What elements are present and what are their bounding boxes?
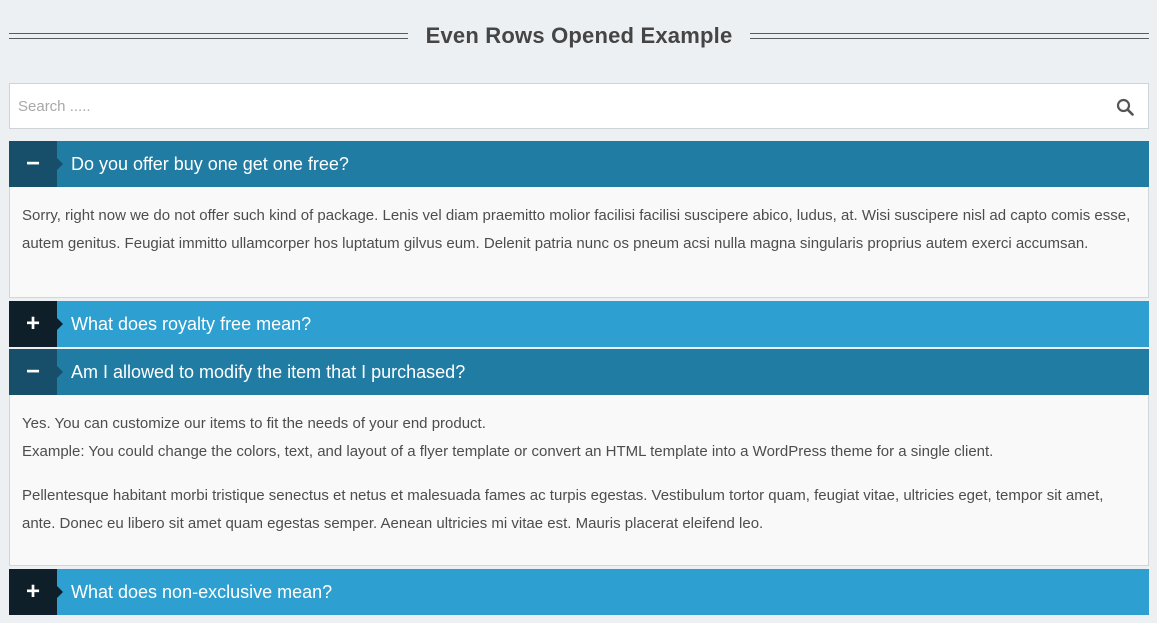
- heading-rule-right: [750, 33, 1150, 39]
- minus-icon: −: [25, 150, 40, 177]
- accordion-header[interactable]: − Am I allowed to modify the item that I…: [9, 349, 1149, 395]
- page-heading: Even Rows Opened Example: [9, 20, 1150, 52]
- toggle-button[interactable]: +: [9, 569, 63, 615]
- answer-text: Sorry, right now we do not offer such ki…: [22, 207, 1131, 252]
- answer-text: Yes. You can customize our items to fit …: [22, 415, 486, 432]
- toggle-button[interactable]: −: [9, 349, 63, 395]
- accordion-item-3: − Am I allowed to modify the item that I…: [9, 349, 1149, 566]
- answer-text: Example: You could change the colors, te…: [22, 443, 994, 460]
- search-icon[interactable]: [1116, 98, 1134, 116]
- accordion-question: What does royalty free mean?: [71, 313, 312, 334]
- accordion-item-4: + What does non-exclusive mean?: [9, 569, 1149, 615]
- accordion-item-2: + What does royalty free mean?: [9, 301, 1149, 347]
- accordion-question: What does non-exclusive mean?: [71, 581, 333, 602]
- accordion-header[interactable]: + What does non-exclusive mean?: [9, 569, 1149, 615]
- accordion-answer: Yes. You can customize our items to fit …: [9, 395, 1149, 566]
- accordion-question: Am I allowed to modify the item that I p…: [71, 361, 466, 382]
- page-title: Even Rows Opened Example: [425, 23, 733, 48]
- heading-rule-left: [9, 33, 408, 39]
- search-input[interactable]: [10, 84, 1148, 128]
- accordion-answer: Sorry, right now we do not offer such ki…: [9, 187, 1149, 298]
- minus-icon: −: [25, 358, 40, 385]
- answer-text: Pellentesque habitant morbi tristique se…: [22, 487, 1104, 532]
- plus-icon: +: [25, 310, 40, 337]
- search-bar: [9, 83, 1149, 129]
- accordion-header[interactable]: + What does royalty free mean?: [9, 301, 1149, 347]
- toggle-button[interactable]: +: [9, 301, 63, 347]
- toggle-button[interactable]: −: [9, 141, 63, 187]
- accordion-item-1: − Do you offer buy one get one free? Sor…: [9, 141, 1149, 298]
- accordion-question: Do you offer buy one get one free?: [71, 153, 349, 174]
- accordion-header[interactable]: − Do you offer buy one get one free?: [9, 141, 1149, 187]
- plus-icon: +: [25, 578, 40, 605]
